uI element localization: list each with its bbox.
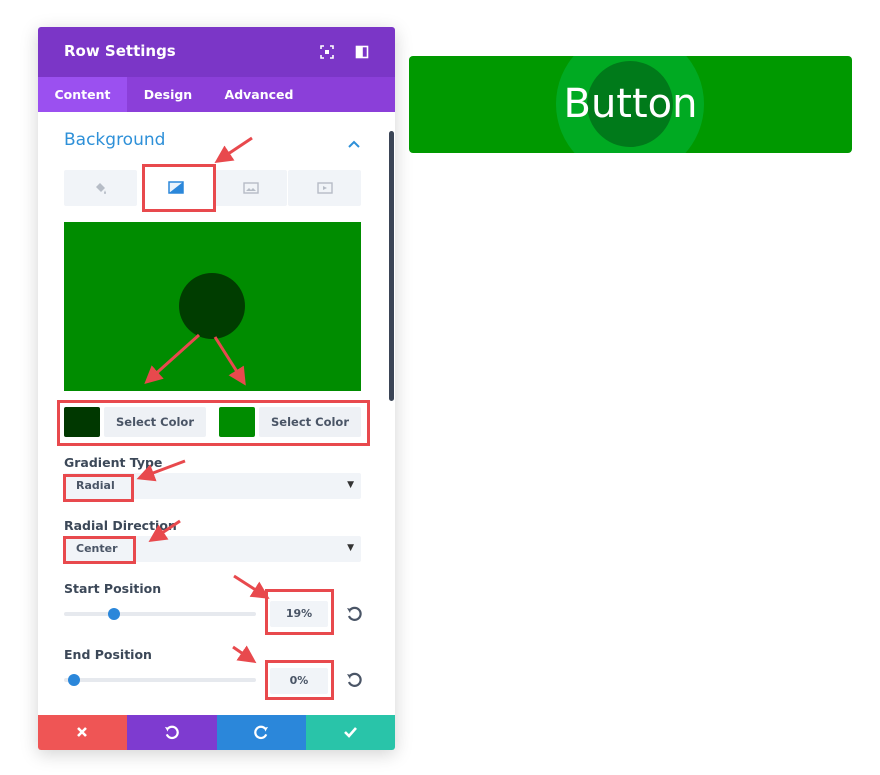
select-second-color-button[interactable]: Select Color (259, 407, 361, 437)
background-video-tab[interactable] (288, 170, 361, 206)
reset-start-position-icon[interactable] (346, 606, 362, 622)
second-color-swatch[interactable] (219, 407, 255, 437)
preview-button[interactable]: Button (409, 56, 852, 153)
check-icon (343, 727, 357, 738)
select-first-color-button[interactable]: Select Color (104, 407, 206, 437)
panel-footer (38, 715, 395, 750)
section-title-background[interactable]: Background (64, 130, 165, 150)
end-position-slider-handle[interactable] (68, 674, 80, 686)
panel-body: Background Select Color Select Color Gra… (38, 112, 395, 715)
gradient-type-select[interactable]: Radial ▼ (64, 473, 361, 499)
image-icon (243, 182, 259, 194)
background-image-tab[interactable] (214, 170, 287, 206)
tab-advanced[interactable]: Advanced (209, 77, 309, 112)
end-position-input[interactable]: 0% (270, 668, 328, 694)
panel-header: Row Settings (38, 27, 395, 77)
gradient-color-row: Select Color Select Color (64, 407, 361, 437)
dropdown-arrow-icon: ▼ (347, 543, 354, 553)
gradient-center-circle (179, 273, 245, 339)
undo-icon (165, 725, 180, 740)
background-color-tab[interactable] (64, 170, 137, 206)
chevron-up-icon[interactable] (348, 133, 360, 148)
end-position-slider[interactable] (64, 674, 256, 686)
radial-direction-label: Radial Direction (64, 518, 177, 533)
tab-design[interactable]: Design (127, 77, 209, 112)
radial-direction-select[interactable]: Center ▼ (64, 536, 361, 562)
tab-content[interactable]: Content (38, 77, 127, 112)
dropdown-arrow-icon: ▼ (347, 480, 354, 490)
start-position-label: Start Position (64, 581, 162, 596)
background-gradient-tab[interactable] (139, 170, 212, 206)
panel-title: Row Settings (64, 42, 176, 60)
gradient-type-value: Radial (76, 479, 115, 492)
gradient-icon (168, 181, 184, 194)
gradient-type-label: Gradient Type (64, 455, 163, 470)
end-position-label: End Position (64, 647, 152, 662)
paint-bucket-icon (96, 183, 106, 194)
fullscreen-icon[interactable] (320, 44, 334, 59)
gradient-preview (64, 222, 361, 391)
start-position-input[interactable]: 19% (270, 601, 328, 627)
save-button[interactable] (305, 715, 395, 750)
preview-button-label: Button (563, 81, 698, 127)
background-type-tabs (64, 170, 361, 206)
undo-button[interactable] (127, 715, 217, 750)
row-settings-panel: Row Settings Content Design Advanced Bac… (38, 27, 395, 750)
reset-end-position-icon[interactable] (346, 672, 362, 688)
first-color-swatch[interactable] (64, 407, 100, 437)
panel-scrollbar[interactable] (389, 131, 394, 401)
settings-tabs: Content Design Advanced (38, 77, 395, 112)
cancel-button[interactable] (38, 715, 128, 750)
redo-button[interactable] (216, 715, 306, 750)
redo-icon (253, 725, 268, 740)
close-icon (77, 727, 87, 737)
split-view-icon[interactable] (355, 44, 369, 59)
radial-direction-value: Center (76, 542, 118, 555)
start-position-slider-handle[interactable] (108, 608, 121, 620)
start-position-slider[interactable] (64, 608, 256, 620)
video-icon (317, 182, 333, 194)
